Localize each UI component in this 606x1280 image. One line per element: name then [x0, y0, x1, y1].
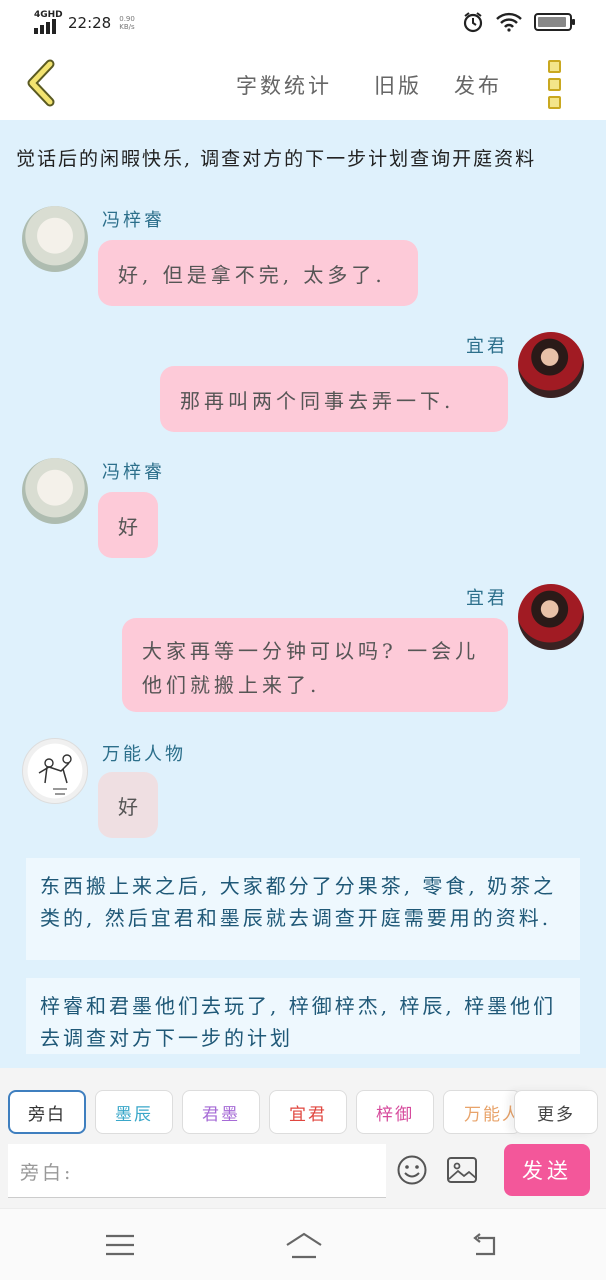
sender-name: 冯梓睿	[102, 210, 165, 231]
role-chip-yijun[interactable]: 宜君	[269, 1090, 347, 1134]
status-bar: 4GHD 22:28 0.90 KB/s	[0, 0, 606, 46]
image-icon[interactable]	[446, 1156, 478, 1184]
chat-area[interactable]: 觉话后的闲暇快乐, 调查对方的下一步计划查询开庭资料 冯梓睿 好, 但是拿不完,…	[0, 120, 606, 1068]
emoji-icon[interactable]	[396, 1154, 428, 1186]
message-bubble[interactable]: 好	[98, 492, 158, 558]
word-count-button[interactable]: 字数统计	[236, 70, 332, 100]
network-speed: 0.90 KB/s	[119, 15, 135, 31]
more-roles-button[interactable]: 更多	[514, 1090, 598, 1134]
message-bubble[interactable]: 那再叫两个同事去弄一下.	[160, 366, 508, 432]
signal-icon: 4GHD	[34, 10, 63, 34]
message-input[interactable]: 旁白:	[8, 1144, 386, 1198]
wifi-icon	[496, 12, 522, 32]
sketch-figure-icon	[38, 754, 72, 795]
back-icon[interactable]	[22, 58, 62, 108]
message-bubble[interactable]: 好, 但是拿不完, 太多了.	[98, 240, 418, 306]
send-button[interactable]: 发送	[504, 1144, 590, 1196]
role-chip-mochen[interactable]: 墨辰	[95, 1090, 173, 1134]
sender-name: 宜君	[466, 336, 508, 357]
nav-back-icon[interactable]	[470, 1231, 502, 1259]
publish-button[interactable]: 发布	[454, 70, 502, 100]
sender-name: 宜君	[466, 588, 508, 609]
top-toolbar: 字数统计 旧版 发布	[0, 46, 606, 120]
message-bubble[interactable]: 大家再等一分钟可以吗? 一会儿他们就搬上来了.	[122, 618, 508, 712]
alarm-icon	[463, 12, 483, 33]
menu-icon[interactable]	[548, 60, 566, 109]
role-chip-ziyu[interactable]: 梓御	[356, 1090, 434, 1134]
message-bubble[interactable]: 好	[98, 772, 158, 838]
role-chip-narrator[interactable]: 旁白	[8, 1090, 86, 1134]
composer-panel: 旁白 墨辰 君墨 宜君 梓御 万能人物 更多 旁白: 发送	[0, 1068, 606, 1208]
narration-block[interactable]: 梓睿和君墨他们去玩了, 梓御梓杰, 梓辰, 梓墨他们去调查对方下一步的计划	[26, 978, 580, 1054]
nav-menu-icon[interactable]	[104, 1231, 136, 1259]
avatar-wanneng[interactable]	[22, 738, 88, 804]
role-chip-wanneng[interactable]: 万能人物	[443, 1090, 521, 1134]
role-chip-junmo[interactable]: 君墨	[182, 1090, 260, 1134]
nav-home-icon[interactable]	[284, 1231, 324, 1259]
battery-icon	[534, 13, 575, 31]
sender-name: 万能人物	[102, 744, 186, 765]
avatar-yijun[interactable]	[518, 584, 584, 650]
narration-block[interactable]: 东西搬上来之后, 大家都分了分果茶, 零食, 奶茶之类的, 然后宜君和墨辰就去调…	[26, 858, 580, 960]
status-right	[462, 11, 575, 33]
clock: 22:28	[68, 14, 112, 32]
avatar-feng[interactable]	[22, 206, 88, 272]
old-version-button[interactable]: 旧版	[374, 70, 422, 100]
avatar-feng[interactable]	[22, 458, 88, 524]
story-topic: 觉话后的闲暇快乐, 调查对方的下一步计划查询开庭资料	[16, 148, 537, 170]
status-left: 4GHD 22:28 0.90 KB/s	[34, 10, 141, 34]
avatar-yijun[interactable]	[518, 332, 584, 398]
sender-name: 冯梓睿	[102, 462, 165, 483]
system-nav-bar	[0, 1208, 606, 1280]
